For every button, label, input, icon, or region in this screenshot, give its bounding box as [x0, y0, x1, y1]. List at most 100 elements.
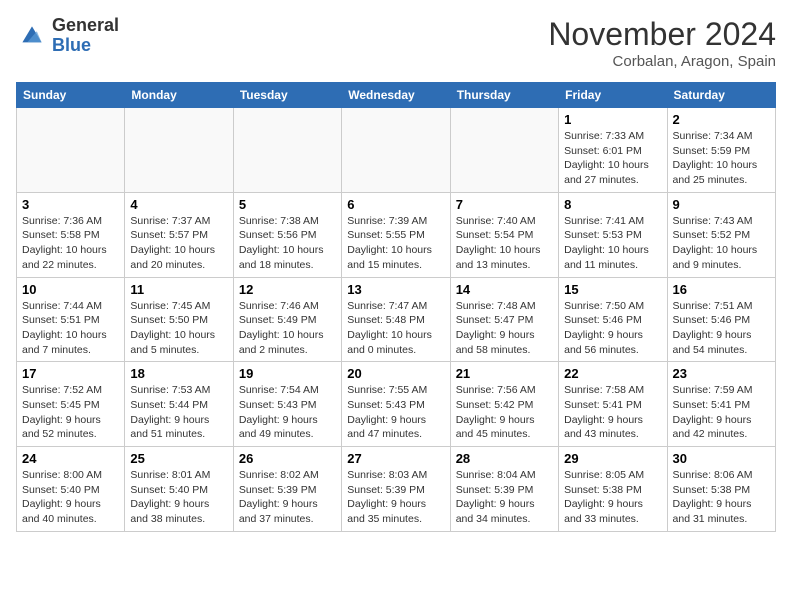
weekday-header-wednesday: Wednesday	[342, 83, 450, 108]
day-number: 1	[564, 112, 661, 127]
day-number: 2	[673, 112, 770, 127]
day-info: Sunrise: 7:41 AM Sunset: 5:53 PM Dayligh…	[564, 214, 661, 273]
day-info: Sunrise: 8:01 AM Sunset: 5:40 PM Dayligh…	[130, 468, 227, 527]
calendar-cell: 9 Sunrise: 7:43 AM Sunset: 5:52 PM Daylig…	[667, 192, 775, 277]
day-number: 28	[456, 451, 553, 466]
calendar-cell: 15 Sunrise: 7:50 AM Sunset: 5:46 PM Dayli…	[559, 277, 667, 362]
logo: General Blue	[16, 16, 119, 56]
day-number: 24	[22, 451, 119, 466]
calendar-cell: 13Sunrise: 7:47 AM Sunset: 5:48 PM Dayli…	[342, 277, 450, 362]
day-number: 18	[130, 366, 227, 381]
calendar-cell	[233, 108, 341, 193]
calendar-table: SundayMondayTuesdayWednesdayThursdayFrid…	[16, 82, 776, 532]
day-info: Sunrise: 7:44 AM Sunset: 5:51 PM Dayligh…	[22, 299, 119, 358]
day-number: 27	[347, 451, 444, 466]
week-row-3: 10Sunrise: 7:44 AM Sunset: 5:51 PM Dayli…	[17, 277, 776, 362]
day-info: Sunrise: 8:00 AM Sunset: 5:40 PM Dayligh…	[22, 468, 119, 527]
day-info: Sunrise: 7:59 AM Sunset: 5:41 PM Dayligh…	[673, 383, 770, 442]
calendar-cell: 19Sunrise: 7:54 AM Sunset: 5:43 PM Dayli…	[233, 362, 341, 447]
day-info: Sunrise: 7:33 AM Sunset: 6:01 PM Dayligh…	[564, 129, 661, 188]
day-number: 14	[456, 282, 553, 297]
calendar-cell: 1 Sunrise: 7:33 AM Sunset: 6:01 PM Daylig…	[559, 108, 667, 193]
calendar-cell: 30 Sunrise: 8:06 AM Sunset: 5:38 PM Dayli…	[667, 447, 775, 532]
day-info: Sunrise: 8:04 AM Sunset: 5:39 PM Dayligh…	[456, 468, 553, 527]
calendar-cell: 6 Sunrise: 7:39 AM Sunset: 5:55 PM Daylig…	[342, 192, 450, 277]
weekday-header-monday: Monday	[125, 83, 233, 108]
day-info: Sunrise: 7:56 AM Sunset: 5:42 PM Dayligh…	[456, 383, 553, 442]
weekday-header-row: SundayMondayTuesdayWednesdayThursdayFrid…	[17, 83, 776, 108]
calendar-cell: 4 Sunrise: 7:37 AM Sunset: 5:57 PM Daylig…	[125, 192, 233, 277]
day-info: Sunrise: 7:40 AM Sunset: 5:54 PM Dayligh…	[456, 214, 553, 273]
day-info: Sunrise: 7:47 AM Sunset: 5:48 PM Dayligh…	[347, 299, 444, 358]
calendar-cell: 8 Sunrise: 7:41 AM Sunset: 5:53 PM Daylig…	[559, 192, 667, 277]
day-info: Sunrise: 8:05 AM Sunset: 5:38 PM Dayligh…	[564, 468, 661, 527]
day-info: Sunrise: 8:06 AM Sunset: 5:38 PM Dayligh…	[673, 468, 770, 527]
calendar-cell: 27 Sunrise: 8:03 AM Sunset: 5:39 PM Dayli…	[342, 447, 450, 532]
calendar-cell: 14 Sunrise: 7:48 AM Sunset: 5:47 PM Dayli…	[450, 277, 558, 362]
logo-icon	[16, 20, 48, 52]
calendar-cell: 10Sunrise: 7:44 AM Sunset: 5:51 PM Dayli…	[17, 277, 125, 362]
calendar-cell: 26 Sunrise: 8:02 AM Sunset: 5:39 PM Dayli…	[233, 447, 341, 532]
calendar-cell	[125, 108, 233, 193]
day-number: 11	[130, 282, 227, 297]
day-info: Sunrise: 7:50 AM Sunset: 5:46 PM Dayligh…	[564, 299, 661, 358]
day-number: 29	[564, 451, 661, 466]
week-row-4: 17Sunrise: 7:52 AM Sunset: 5:45 PM Dayli…	[17, 362, 776, 447]
calendar-cell: 25Sunrise: 8:01 AM Sunset: 5:40 PM Dayli…	[125, 447, 233, 532]
calendar-cell: 17Sunrise: 7:52 AM Sunset: 5:45 PM Dayli…	[17, 362, 125, 447]
calendar-cell: 16Sunrise: 7:51 AM Sunset: 5:46 PM Dayli…	[667, 277, 775, 362]
day-number: 30	[673, 451, 770, 466]
week-row-1: 1 Sunrise: 7:33 AM Sunset: 6:01 PM Daylig…	[17, 108, 776, 193]
day-info: Sunrise: 7:54 AM Sunset: 5:43 PM Dayligh…	[239, 383, 336, 442]
logo-line1: General	[52, 16, 119, 36]
title-block: November 2024 Corbalan, Aragon, Spain	[548, 16, 776, 70]
day-number: 9	[673, 197, 770, 212]
calendar-cell: 12 Sunrise: 7:46 AM Sunset: 5:49 PM Dayli…	[233, 277, 341, 362]
day-info: Sunrise: 7:34 AM Sunset: 5:59 PM Dayligh…	[673, 129, 770, 188]
week-row-5: 24 Sunrise: 8:00 AM Sunset: 5:40 PM Dayli…	[17, 447, 776, 532]
day-number: 16	[673, 282, 770, 297]
month-title: November 2024	[548, 16, 776, 53]
day-number: 5	[239, 197, 336, 212]
day-info: Sunrise: 7:38 AM Sunset: 5:56 PM Dayligh…	[239, 214, 336, 273]
day-number: 4	[130, 197, 227, 212]
calendar-cell: 18 Sunrise: 7:53 AM Sunset: 5:44 PM Dayli…	[125, 362, 233, 447]
weekday-header-saturday: Saturday	[667, 83, 775, 108]
day-info: Sunrise: 7:37 AM Sunset: 5:57 PM Dayligh…	[130, 214, 227, 273]
weekday-header-tuesday: Tuesday	[233, 83, 341, 108]
week-row-2: 3 Sunrise: 7:36 AM Sunset: 5:58 PM Daylig…	[17, 192, 776, 277]
day-number: 7	[456, 197, 553, 212]
weekday-header-sunday: Sunday	[17, 83, 125, 108]
day-info: Sunrise: 7:55 AM Sunset: 5:43 PM Dayligh…	[347, 383, 444, 442]
page-header: General Blue November 2024 Corbalan, Ara…	[16, 16, 776, 70]
day-number: 8	[564, 197, 661, 212]
calendar-cell: 3 Sunrise: 7:36 AM Sunset: 5:58 PM Daylig…	[17, 192, 125, 277]
day-info: Sunrise: 7:39 AM Sunset: 5:55 PM Dayligh…	[347, 214, 444, 273]
calendar-cell: 21Sunrise: 7:56 AM Sunset: 5:42 PM Dayli…	[450, 362, 558, 447]
day-number: 15	[564, 282, 661, 297]
day-info: Sunrise: 7:46 AM Sunset: 5:49 PM Dayligh…	[239, 299, 336, 358]
calendar-cell: 2 Sunrise: 7:34 AM Sunset: 5:59 PM Daylig…	[667, 108, 775, 193]
day-number: 12	[239, 282, 336, 297]
day-number: 26	[239, 451, 336, 466]
day-info: Sunrise: 7:58 AM Sunset: 5:41 PM Dayligh…	[564, 383, 661, 442]
day-number: 22	[564, 366, 661, 381]
day-number: 20	[347, 366, 444, 381]
calendar-cell: 29 Sunrise: 8:05 AM Sunset: 5:38 PM Dayli…	[559, 447, 667, 532]
calendar-cell: 7 Sunrise: 7:40 AM Sunset: 5:54 PM Daylig…	[450, 192, 558, 277]
calendar-cell: 24 Sunrise: 8:00 AM Sunset: 5:40 PM Dayli…	[17, 447, 125, 532]
calendar-cell	[450, 108, 558, 193]
day-info: Sunrise: 8:03 AM Sunset: 5:39 PM Dayligh…	[347, 468, 444, 527]
day-number: 3	[22, 197, 119, 212]
calendar-cell: 5 Sunrise: 7:38 AM Sunset: 5:56 PM Daylig…	[233, 192, 341, 277]
logo-line2: Blue	[52, 36, 119, 56]
day-info: Sunrise: 8:02 AM Sunset: 5:39 PM Dayligh…	[239, 468, 336, 527]
day-number: 6	[347, 197, 444, 212]
calendar-cell: 11Sunrise: 7:45 AM Sunset: 5:50 PM Dayli…	[125, 277, 233, 362]
day-info: Sunrise: 7:36 AM Sunset: 5:58 PM Dayligh…	[22, 214, 119, 273]
calendar-cell: 22 Sunrise: 7:58 AM Sunset: 5:41 PM Dayli…	[559, 362, 667, 447]
weekday-header-thursday: Thursday	[450, 83, 558, 108]
day-info: Sunrise: 7:48 AM Sunset: 5:47 PM Dayligh…	[456, 299, 553, 358]
day-info: Sunrise: 7:43 AM Sunset: 5:52 PM Dayligh…	[673, 214, 770, 273]
day-info: Sunrise: 7:53 AM Sunset: 5:44 PM Dayligh…	[130, 383, 227, 442]
